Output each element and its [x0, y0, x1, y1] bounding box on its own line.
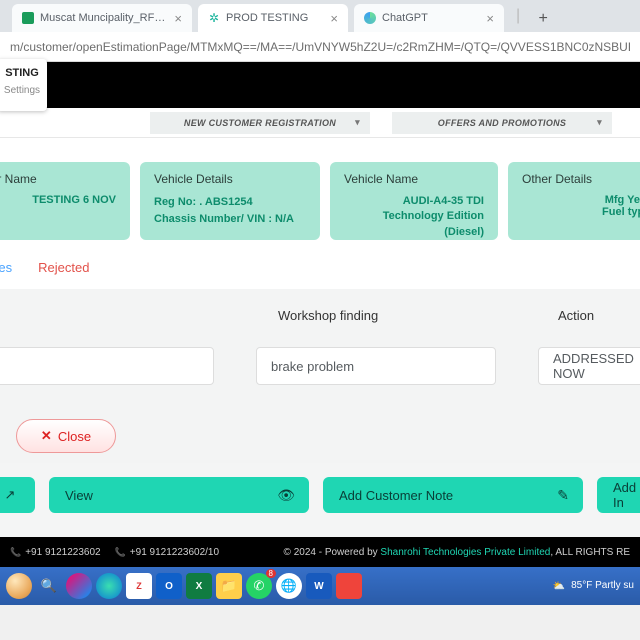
- outlook-icon[interactable]: O: [156, 573, 182, 599]
- action-label: Action: [558, 308, 594, 323]
- tab-services[interactable]: ices: [0, 260, 12, 275]
- windows-taskbar[interactable]: 🔍 Z O X 📁 ✆8 🌐 W ⛅ 85°F Partly su: [0, 567, 640, 605]
- card-line1: AUDI-A4-35 TDI Technology Edition: [344, 194, 484, 225]
- dropdown-row: NEW CUSTOMER REGISTRATION OFFERS AND PRO…: [0, 108, 640, 138]
- card-line2: (Diesel): [344, 225, 484, 240]
- footer-credit: © 2024 - Powered by Shanrohi Technologie…: [284, 547, 630, 558]
- workshop-finding-input[interactable]: brake problem: [256, 347, 496, 385]
- app-header: STING Settings: [0, 62, 640, 108]
- taskbar-search-icon[interactable]: 🔍: [36, 573, 62, 599]
- anydesk-icon[interactable]: [336, 573, 362, 599]
- word-icon[interactable]: W: [306, 573, 332, 599]
- customer-name-card[interactable]: ner Name TESTING 6 NOV: [0, 162, 130, 240]
- copilot-icon[interactable]: [66, 573, 92, 599]
- card-vin: Chassis Number/ VIN : N/A: [154, 211, 306, 228]
- sub-tabs: ices Rejected: [0, 260, 640, 289]
- card-reg: Reg No: . ABS1254: [154, 194, 306, 211]
- first-input[interactable]: [0, 347, 214, 385]
- gear-icon: ✲: [208, 12, 220, 24]
- edge-icon[interactable]: [96, 573, 122, 599]
- close-row: ✕ Close: [0, 393, 640, 463]
- vehicle-name-card[interactable]: Vehicle Name AUDI-A4-35 TDI Technology E…: [330, 162, 498, 240]
- taskbar-right[interactable]: ⛅ 85°F Partly su: [553, 580, 634, 592]
- new-tab-button[interactable]: +: [530, 6, 556, 32]
- sheets-icon: [22, 12, 34, 24]
- card-value: TESTING 6 NOV: [0, 194, 116, 206]
- close-tab-icon[interactable]: ×: [174, 11, 182, 26]
- eye-icon: 👁: [277, 487, 295, 504]
- chrome-icon[interactable]: 🌐: [276, 573, 302, 599]
- close-label: Close: [58, 429, 91, 444]
- other-details-card[interactable]: Other Details Mfg Year: Fuel type:: [508, 162, 640, 240]
- url-text: m/customer/openEstimationPage/MTMxMQ==/M…: [10, 40, 630, 54]
- external-link-icon: ↗: [5, 487, 16, 503]
- start-button[interactable]: [6, 573, 32, 599]
- tab-label: ChatGPT: [382, 12, 478, 24]
- badge-line1: STING: [0, 59, 47, 79]
- header-badge[interactable]: STING Settings: [0, 59, 47, 111]
- browser-tab-strip: Muscat Muncipality_RFP Scope × ✲ PROD TE…: [0, 0, 640, 32]
- excel-icon[interactable]: X: [186, 573, 212, 599]
- whatsapp-icon[interactable]: ✆8: [246, 573, 272, 599]
- browser-tab[interactable]: Muscat Muncipality_RFP Scope ×: [12, 4, 192, 32]
- phone-1[interactable]: +91 9121223602: [10, 547, 101, 558]
- form-area: Workshop finding Action brake problem AD…: [0, 289, 640, 393]
- browser-tab[interactable]: ChatGPT ×: [354, 4, 504, 32]
- new-customer-dropdown[interactable]: NEW CUSTOMER REGISTRATION: [150, 112, 370, 134]
- weather-icon: ⛅: [553, 581, 565, 592]
- workshop-finding-label: Workshop finding: [278, 308, 378, 323]
- badge-line2: Settings: [0, 79, 47, 96]
- close-tab-icon[interactable]: ×: [330, 11, 338, 26]
- card-title: Vehicle Details: [154, 172, 306, 186]
- tab-label: PROD TESTING: [226, 12, 322, 24]
- phone-2[interactable]: +91 9121223602/10: [115, 547, 219, 558]
- card-title: ner Name: [0, 172, 116, 186]
- close-tab-icon[interactable]: ×: [486, 11, 494, 26]
- offers-dropdown[interactable]: OFFERS AND PROMOTIONS: [392, 112, 612, 134]
- info-card-area: ner Name TESTING 6 NOV Vehicle Details R…: [0, 138, 640, 260]
- add-button[interactable]: Add In: [597, 477, 640, 513]
- card-fuel: Fuel type:: [522, 206, 640, 218]
- edit-icon: ✎: [557, 487, 569, 504]
- add-customer-note-button[interactable]: Add Customer Note ✎: [323, 477, 583, 513]
- close-icon: ✕: [41, 428, 52, 444]
- action-button-row: ↗ View 👁 Add Customer Note ✎ Add In: [0, 463, 640, 537]
- external-link-button[interactable]: ↗: [0, 477, 35, 513]
- view-button[interactable]: View 👁: [49, 477, 309, 513]
- close-button[interactable]: ✕ Close: [16, 419, 116, 453]
- card-mfg: Mfg Year:: [522, 194, 640, 206]
- address-bar[interactable]: m/customer/openEstimationPage/MTMxMQ==/M…: [0, 32, 640, 62]
- card-title: Other Details: [522, 172, 640, 186]
- footer-bar: +91 9121223602 +91 9121223602/10 © 2024 …: [0, 537, 640, 567]
- explorer-icon[interactable]: 📁: [216, 573, 242, 599]
- browser-tab-active[interactable]: ✲ PROD TESTING ×: [198, 4, 348, 32]
- zoho-icon[interactable]: Z: [126, 573, 152, 599]
- card-title: Vehicle Name: [344, 172, 484, 186]
- chatgpt-icon: [364, 12, 376, 24]
- tab-label: Muscat Muncipality_RFP Scope: [40, 12, 166, 24]
- action-input[interactable]: ADDRESSED NOW: [538, 347, 640, 385]
- tab-rejected[interactable]: Rejected: [38, 260, 89, 275]
- vehicle-details-card[interactable]: Vehicle Details Reg No: . ABS1254 Chassi…: [140, 162, 320, 240]
